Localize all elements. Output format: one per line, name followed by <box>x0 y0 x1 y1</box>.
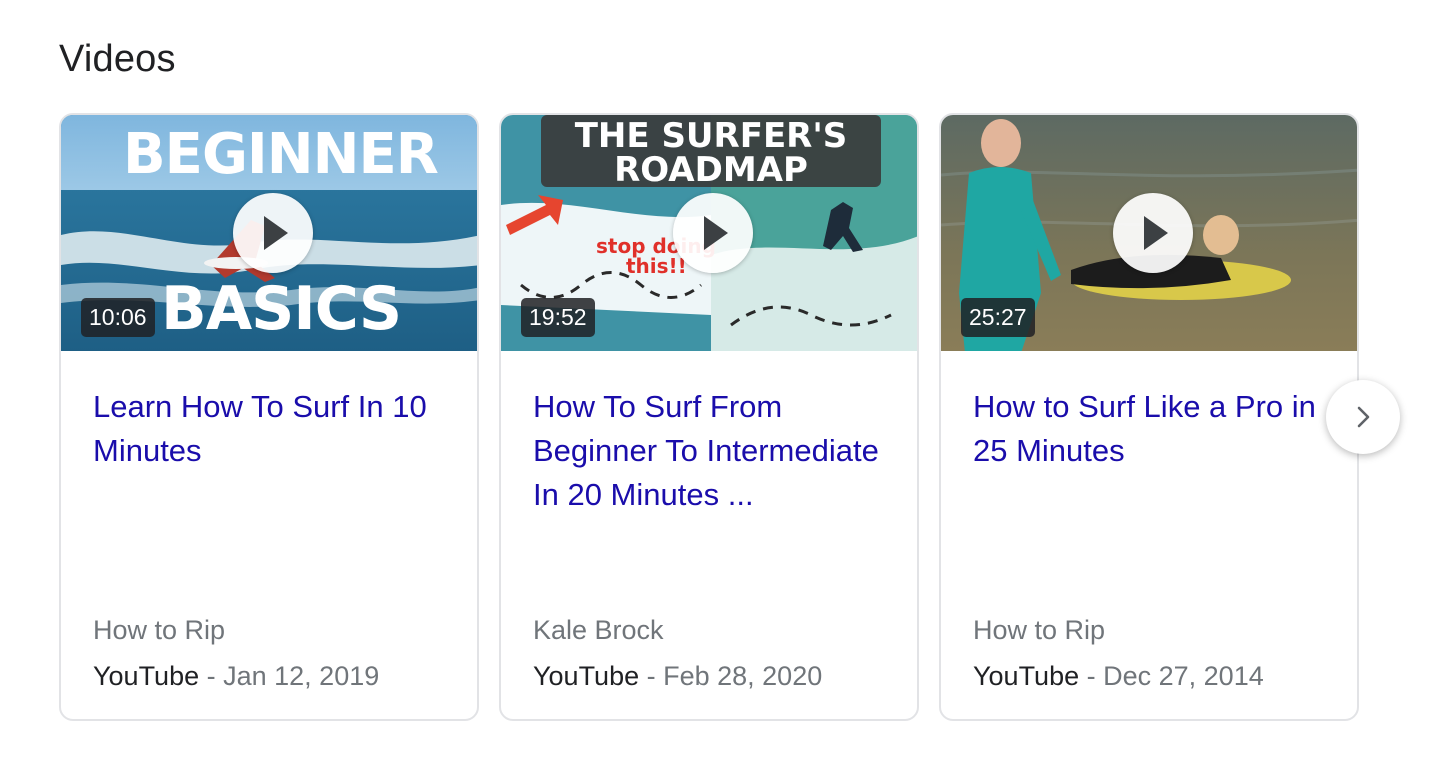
video-source-line: YouTube - Feb 28, 2020 <box>533 661 823 691</box>
video-title-link[interactable]: How to Surf Like a Pro in 25 Minutes <box>973 385 1333 473</box>
video-channel: How to Rip <box>93 615 226 645</box>
thumbnail-caption: ROADMAP <box>614 150 808 190</box>
thumbnail-caption: this!! <box>626 254 687 278</box>
play-button[interactable] <box>233 193 313 273</box>
video-card[interactable]: BEGINNER BASICS 10:06 Learn How To Surf … <box>59 113 479 721</box>
video-source: YouTube <box>973 661 1080 691</box>
video-duration: 25:27 <box>961 298 1035 337</box>
play-button[interactable] <box>673 193 753 273</box>
video-thumbnail[interactable]: 25:27 <box>941 115 1357 351</box>
section-title: Videos <box>59 38 176 80</box>
video-duration: 10:06 <box>81 298 155 337</box>
video-title-link[interactable]: Learn How To Surf In 10 Minutes <box>93 385 453 473</box>
chevron-right-icon <box>1357 406 1370 428</box>
video-source: YouTube <box>93 661 200 691</box>
play-icon <box>1144 216 1168 250</box>
video-card[interactable]: THE SURFER'S ROADMAP stop doing this!! 1… <box>499 113 919 721</box>
play-button[interactable] <box>1113 193 1193 273</box>
video-source-line: YouTube - Dec 27, 2014 <box>973 661 1264 691</box>
play-icon <box>264 216 288 250</box>
video-source-line: YouTube - Jan 12, 2019 <box>93 661 380 691</box>
video-date: Dec 27, 2014 <box>1103 661 1264 691</box>
video-duration: 19:52 <box>521 298 595 337</box>
video-channel: How to Rip <box>973 615 1106 645</box>
video-title-link[interactable]: How To Surf From Beginner To Intermediat… <box>533 385 893 517</box>
video-thumbnail[interactable]: THE SURFER'S ROADMAP stop doing this!! 1… <box>501 115 917 351</box>
carousel-next-button[interactable] <box>1326 380 1400 454</box>
video-date: Jan 12, 2019 <box>223 661 380 691</box>
video-date: Feb 28, 2020 <box>663 661 823 691</box>
video-card[interactable]: 25:27 How to Surf Like a Pro in 25 Minut… <box>939 113 1359 721</box>
video-thumbnail[interactable]: BEGINNER BASICS 10:06 <box>61 115 477 351</box>
video-channel: Kale Brock <box>533 615 664 645</box>
video-source: YouTube <box>533 661 640 691</box>
thumbnail-caption: BEGINNER <box>123 122 438 187</box>
thumbnail-caption: BASICS <box>161 274 401 344</box>
play-icon <box>704 216 728 250</box>
